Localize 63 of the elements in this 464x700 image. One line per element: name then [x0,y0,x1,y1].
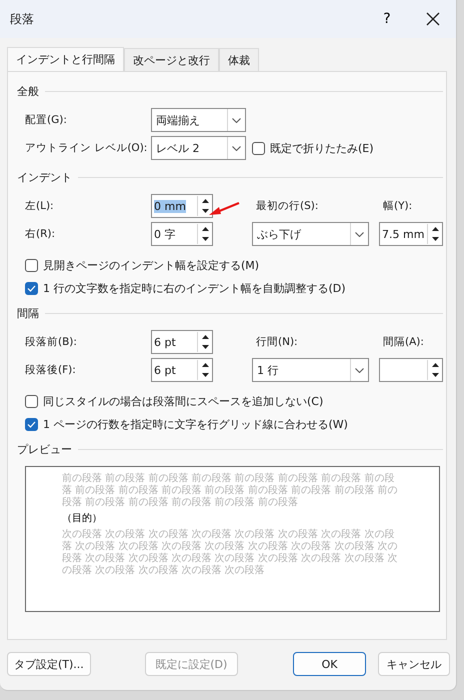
section-heading: 全般 [17,84,39,98]
tab[interactable]: 体裁 [219,48,259,71]
field-label: 幅(Y): [382,199,414,213]
down-arrow-icon[interactable] [202,237,208,241]
checkbox[interactable] [25,259,38,272]
preview-text: （目的） [62,513,103,525]
field-label: 左(L): [24,199,55,213]
up-arrow-icon[interactable] [202,363,208,367]
dialog-button[interactable]: キャンセル [378,652,450,676]
spin-field[interactable] [379,358,443,382]
field-label: 段落前(B): [24,335,78,349]
up-arrow-icon[interactable] [432,363,438,367]
field-label: 配置(G): [24,113,68,127]
down-arrow-icon[interactable] [202,345,208,349]
tab[interactable]: 改ページと改行 [124,48,219,71]
up-arrow-icon[interactable] [202,227,208,231]
up-arrow-icon[interactable] [202,335,208,339]
section-heading: プレビュー [17,442,72,456]
field-label: 最初の行(S): [255,199,320,213]
dropdown[interactable]: レベル 2 [151,136,246,160]
arrow-annotation [209,202,240,215]
dropdown[interactable]: 両端揃え [151,108,246,132]
chevron-down-icon [355,368,364,372]
field-label: 行間(N): [255,335,299,349]
tab[interactable]: インデントと行間隔 [7,47,124,71]
close-icon [426,12,440,26]
chevron-down-icon [232,118,241,122]
down-arrow-icon[interactable] [432,373,438,377]
field-label: 間隔(A): [382,335,425,349]
checkbox-label: 見開きページのインデント幅を設定する(M) [43,258,260,273]
checkbox-label: 1 行の文字数を指定時に右のインデント幅を自動調整する(D) [43,281,346,296]
dialog-button[interactable]: OK [293,652,366,676]
help-button[interactable]: ? [367,4,407,34]
window-title: 段落 [10,10,35,28]
spin-field[interactable]: 0 字 [151,222,213,246]
checkbox-label: 同じスタイルの場合は段落間にスペースを追加しない(C) [43,394,324,409]
preview-text: 次の段落 次の段落 次の段落 次の段落 次の段落 次の段落 次の段落 次の段落 次の段落 次の段落 次の段落 次の段落 次の段落 次の段落 次の段落 次の段落 次の段落 次の段落 次の段落 次の段落 次の段落 次の段落 次の段落 次の段落 次の段落 次の段落 次の段落 次の段落 [62,529,398,577]
preview-text: 前の段落 前の段落 前の段落 前の段落 前の段落 前の段落 前の段落 前の段落 前の段落 前の段落 前の段落 前の段落 前の段落 前の段落 前の段落 前の段落 前の段落 前の段落 前の段落 前の段落 前の段落 [62,473,398,509]
chevron-down-icon [355,232,364,236]
dialog-button[interactable]: タブ設定(T)... [7,652,91,676]
chevron-down-icon [232,146,241,150]
up-arrow-icon[interactable] [202,199,208,203]
dropdown[interactable]: 1 行 [252,358,369,382]
down-arrow-icon[interactable] [202,209,208,213]
checkbox-label: 1 ページの行数を指定時に文字を行グリッド線に合わせる(W) [43,417,348,432]
down-arrow-icon[interactable] [432,237,438,241]
dropdown[interactable]: ぶら下げ [252,222,369,246]
spin-field[interactable]: 7.5 mm [379,222,443,246]
field-label: 右(R): [24,227,56,241]
checkbox[interactable] [25,418,38,431]
up-arrow-icon[interactable] [432,227,438,231]
spin-field[interactable]: 6 pt [151,358,213,382]
spin-field[interactable]: 6 pt [151,330,213,354]
section-heading: インデント [17,170,72,184]
field-label: アウトライン レベル(O): [24,141,148,155]
spin-field[interactable]: 0 mm [151,194,213,218]
checkbox[interactable] [25,395,38,408]
checkbox-label: 既定で折りたたみ(E) [270,140,374,156]
field-label: 段落後(F): [24,363,77,377]
checkbox[interactable] [252,142,265,154]
down-arrow-icon[interactable] [202,373,208,377]
checkbox[interactable] [25,282,38,295]
section-heading: 間隔 [17,306,39,320]
